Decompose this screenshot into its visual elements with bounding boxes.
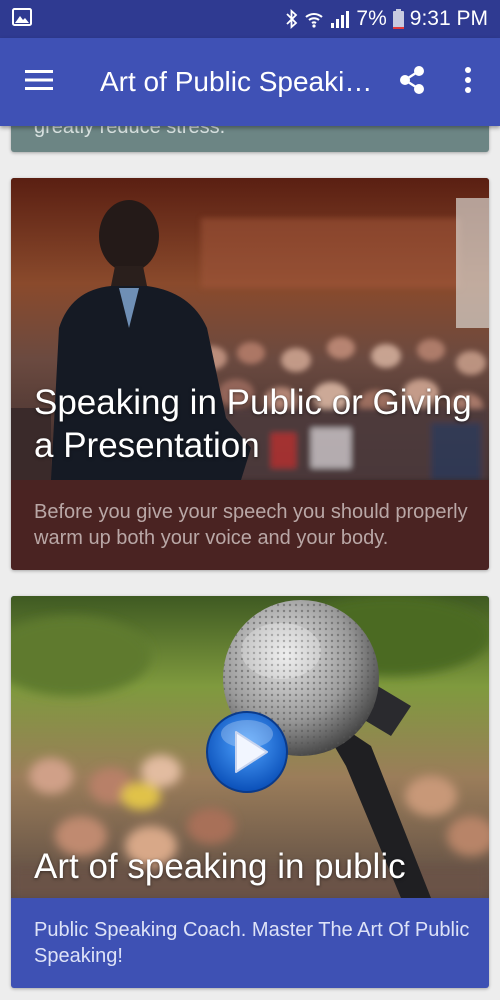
status-time: 9:31 PM [409,7,488,30]
signal-icon [330,9,350,29]
battery-icon [392,9,404,29]
more-options-button[interactable] [440,38,496,126]
app-bar: Art of Public Speaking [0,38,500,126]
battery-level: 7% [356,7,387,30]
play-icon [206,711,288,793]
card-description: Before you give your speech you should p… [34,501,468,549]
more-vert-icon [464,66,472,99]
card-title: Speaking in Public or Giving a Presentat… [34,383,472,465]
card-description: greatly reduce stress. [34,126,226,138]
card-presentation[interactable]: Speaking in Public or Giving a Presentat… [11,178,489,570]
bluetooth-icon [286,9,298,29]
menu-button[interactable] [0,38,78,126]
play-button[interactable] [205,710,289,794]
card-list[interactable]: greatly reduce stress. Speaking in Publi… [0,126,500,1000]
image-notification-icon [12,7,32,31]
card-description: Public Speaking Coach. Master The Art Of… [34,919,470,967]
status-bar: 7% 9:31 PM [0,0,500,38]
menu-icon [25,69,53,96]
app-title: Art of Public Speaking [100,66,375,97]
share-button[interactable] [384,38,440,126]
wifi-icon [304,9,324,29]
card-art-of-speaking[interactable]: Art of speaking in public Public Speakin… [11,596,489,988]
share-icon [398,65,426,100]
card-title: Art of speaking in public [34,847,406,886]
card-stress[interactable]: greatly reduce stress. [11,126,489,152]
